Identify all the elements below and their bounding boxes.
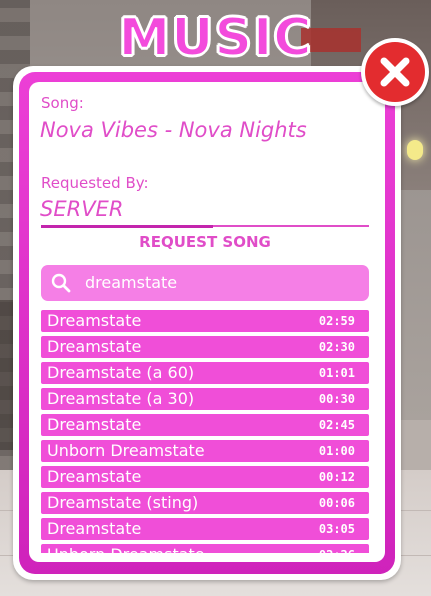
result-duration: 02:59 (318, 314, 355, 328)
search-icon (50, 272, 72, 294)
close-icon (380, 57, 410, 87)
search-input[interactable]: dreamstate (41, 265, 369, 301)
result-duration: 00:30 (318, 392, 355, 406)
result-row[interactable]: Dreamstate (sting) 00:06 (41, 492, 369, 514)
result-row[interactable]: Dreamstate 00:12 (41, 466, 369, 488)
music-panel: Song: Nova Vibes - Nova Nights Requested… (13, 66, 401, 580)
search-value[interactable]: dreamstate (85, 265, 177, 301)
result-duration: 02:26 (319, 544, 355, 553)
result-row[interactable]: Dreamstate 02:59 (41, 310, 369, 332)
result-duration: 02:30 (318, 340, 355, 354)
requested-by-label: Requested By: (41, 174, 149, 192)
result-duration: 02:45 (318, 418, 355, 432)
result-row[interactable]: Dreamstate 02:30 (41, 336, 369, 358)
song-label: Song: (41, 94, 84, 112)
result-row[interactable]: Dreamstate 02:45 (41, 414, 369, 436)
background-light (407, 140, 423, 160)
request-song-title: REQUEST SONG (139, 233, 271, 251)
result-title: Dreamstate (47, 519, 142, 538)
result-title: Dreamstate (a 30) (47, 389, 195, 408)
result-duration: 01:01 (318, 366, 355, 380)
game-scene: MUSIC Song: Nova Vibes - Nova Nights Req… (0, 0, 431, 596)
result-row[interactable]: Dreamstate 03:05 (41, 518, 369, 540)
result-duration: 03:05 (318, 522, 355, 536)
panel-border: Song: Nova Vibes - Nova Nights Requested… (19, 72, 395, 574)
close-button-face[interactable] (365, 42, 425, 102)
panel-content: Song: Nova Vibes - Nova Nights Requested… (29, 82, 385, 562)
result-row[interactable]: Unborn Dreamstate 01:00 (41, 440, 369, 462)
requested-by-value: SERVER (40, 197, 124, 221)
result-title: Dreamstate (47, 337, 142, 356)
song-value: Nova Vibes - Nova Nights (40, 118, 307, 142)
result-title: Dreamstate (47, 467, 142, 486)
result-row[interactable]: Dreamstate (a 30) 00:30 (41, 388, 369, 410)
section-divider-accent (41, 225, 213, 228)
result-row[interactable]: Dreamstate (a 60) 01:01 (41, 362, 369, 384)
result-row[interactable]: Unborn Dreamstate 02:26 (41, 544, 369, 553)
result-title: Dreamstate (47, 311, 142, 330)
result-title: Dreamstate (47, 415, 142, 434)
result-duration: 01:00 (318, 444, 355, 458)
result-title: Dreamstate (a 60) (47, 363, 195, 382)
results-list[interactable]: Dreamstate 02:59 Dreamstate 02:30 Dreamstate… (41, 310, 369, 553)
result-title: Dreamstate (sting) (47, 493, 199, 512)
result-duration: 00:06 (318, 496, 355, 510)
result-duration: 00:12 (318, 470, 355, 484)
result-title: Unborn Dreamstate (47, 544, 205, 553)
result-title: Unborn Dreamstate (47, 441, 205, 460)
close-button[interactable] (361, 38, 429, 106)
